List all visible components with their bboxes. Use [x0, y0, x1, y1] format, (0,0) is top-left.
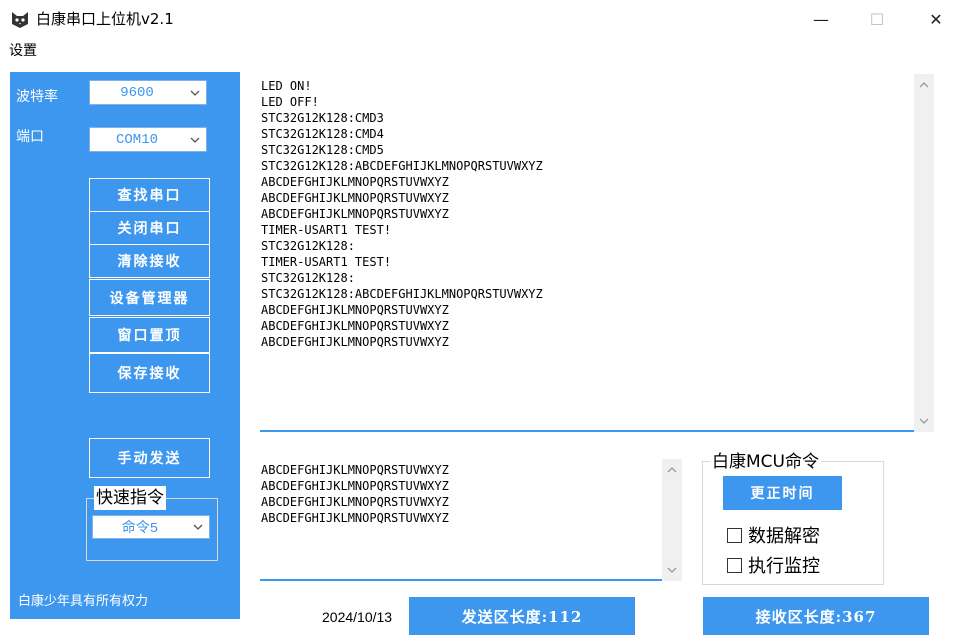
- maximize-icon: ☐: [869, 9, 885, 29]
- control-panel: 波特率 9600 端口 COM10 查找串口 关闭串口 清除接收 设备管理器 窗…: [10, 72, 240, 619]
- receive-length-display: 接收区长度:367: [703, 597, 929, 635]
- receive-text: LED ON! LED OFF! STC32G12K128:CMD3 STC32…: [261, 79, 543, 349]
- baud-label: 波特率: [16, 89, 58, 105]
- window-title: 白康串口上位机v2.1: [36, 10, 174, 28]
- close-icon: ✕: [929, 9, 943, 29]
- find-port-button[interactable]: 查找串口: [89, 178, 210, 212]
- minimize-icon: —: [813, 9, 829, 29]
- baud-select[interactable]: 9600: [89, 80, 207, 105]
- baud-value: 9600: [120, 84, 154, 101]
- send-text: ABCDEFGHIJKLMNOPQRSTUVWXYZ ABCDEFGHIJKLM…: [261, 463, 449, 525]
- quick-command-title: 快速指令: [94, 486, 166, 510]
- close-button[interactable]: ✕: [913, 0, 959, 38]
- checkbox-box: [727, 557, 742, 573]
- date-label: 2024/10/13: [322, 609, 393, 625]
- save-receive-button[interactable]: 保存接收: [89, 353, 210, 393]
- chevron-down-icon: [184, 90, 206, 96]
- decrypt-label: 数据解密: [748, 526, 820, 547]
- checkbox-box: [727, 527, 742, 543]
- send-length-display: 发送区长度:112: [409, 597, 635, 635]
- pin-window-button[interactable]: 窗口置顶: [89, 317, 210, 353]
- clear-receive-button[interactable]: 清除接收: [89, 244, 210, 278]
- chevron-down-icon: [187, 524, 209, 530]
- chevron-down-icon[interactable]: [914, 412, 934, 430]
- close-port-button[interactable]: 关闭串口: [89, 211, 210, 245]
- send-textarea[interactable]: ABCDEFGHIJKLMNOPQRSTUVWXYZ ABCDEFGHIJKLM…: [260, 459, 662, 581]
- quick-command-select[interactable]: 命令5: [92, 515, 210, 539]
- port-label: 端口: [16, 129, 44, 145]
- receive-textarea[interactable]: LED ON! LED OFF! STC32G12K128:CMD3 STC32…: [260, 74, 914, 432]
- port-select[interactable]: COM10: [89, 127, 207, 152]
- send-scrollbar[interactable]: [662, 459, 682, 581]
- maximize-button[interactable]: ☐: [854, 0, 900, 38]
- title-bar: 白康串口上位机v2.1 — ☐ ✕: [0, 0, 967, 38]
- minimize-button[interactable]: —: [798, 0, 844, 38]
- decrypt-checkbox[interactable]: 数据解密: [727, 522, 820, 548]
- monitor-label: 执行监控: [748, 556, 820, 577]
- monitor-checkbox[interactable]: 执行监控: [727, 552, 820, 578]
- cat-icon: [10, 9, 30, 29]
- receive-scrollbar[interactable]: [914, 74, 934, 432]
- sync-time-button[interactable]: 更正时间: [723, 476, 842, 510]
- device-manager-button[interactable]: 设备管理器: [89, 279, 210, 316]
- chevron-down-icon: [184, 137, 206, 143]
- mcu-command-title: 白康MCU命令: [710, 450, 821, 474]
- chevron-up-icon[interactable]: [662, 461, 682, 479]
- port-value: COM10: [115, 131, 158, 148]
- menu-settings[interactable]: 设置: [9, 42, 37, 60]
- quick-command-value: 命令5: [121, 521, 159, 537]
- manual-send-button[interactable]: 手动发送: [89, 438, 210, 478]
- chevron-up-icon[interactable]: [914, 76, 934, 94]
- copyright-text: 白康少年具有所有权力: [18, 594, 149, 609]
- chevron-down-icon[interactable]: [662, 561, 682, 579]
